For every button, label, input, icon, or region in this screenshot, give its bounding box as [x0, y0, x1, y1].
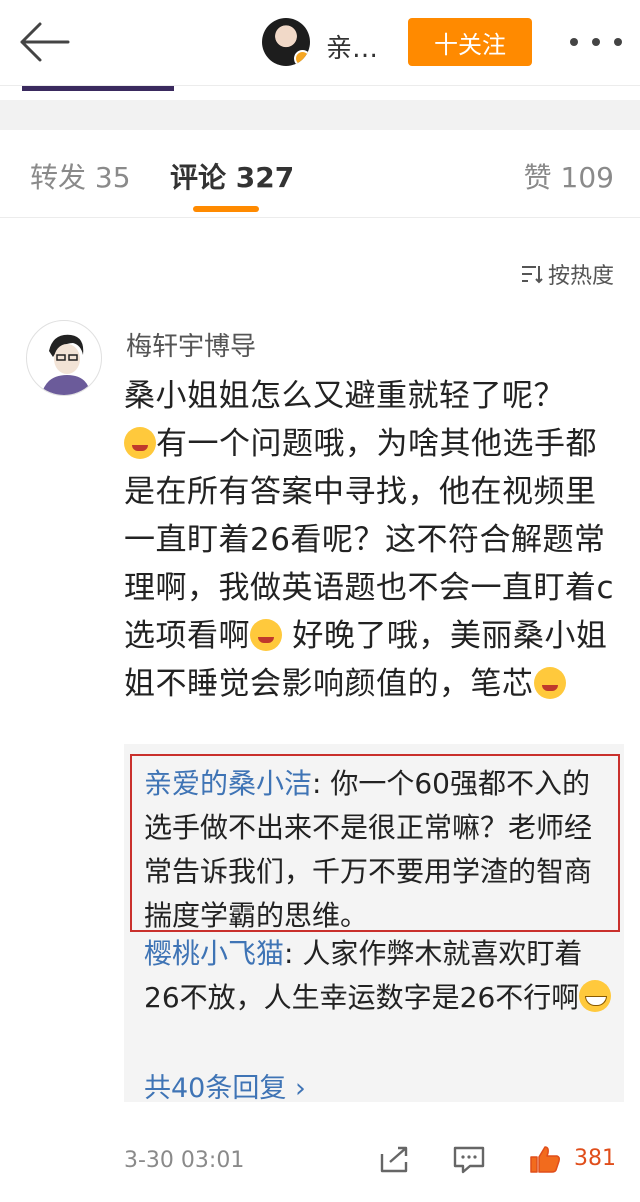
reply-username[interactable]: 樱桃小飞猫	[144, 937, 284, 970]
view-all-replies-link[interactable]: 共40条回复 ›	[144, 1066, 306, 1105]
author-name[interactable]: 亲…	[326, 28, 378, 65]
commenter-avatar[interactable]	[26, 320, 102, 396]
verified-badge-icon	[294, 50, 310, 66]
reply-item[interactable]: 亲爱的桑小洁: 你一个60强都不入的选手做不出来不是很正常嘛？老师经常告诉我们，…	[144, 762, 614, 938]
tab-like[interactable]: 赞 109	[524, 156, 614, 196]
active-tab-indicator	[193, 206, 259, 212]
share-icon[interactable]	[378, 1144, 412, 1174]
thumbs-up-icon[interactable]	[528, 1144, 562, 1174]
like-count: 381	[574, 1146, 616, 1171]
top-bar: 亲… 十关注	[0, 0, 640, 86]
comment-icon[interactable]	[452, 1144, 486, 1174]
comment-text: 桑小姐姐怎么又避重就轻了呢？ 有一个问题哦，为啥其他选手都是在所有答案中寻找，他…	[124, 378, 615, 702]
sort-icon	[521, 266, 543, 284]
reply-username[interactable]: 亲爱的桑小洁	[144, 767, 312, 800]
commenter-name[interactable]: 梅轩宇博导	[126, 326, 256, 363]
laughing-emoji-icon	[250, 619, 282, 651]
laughing-emoji-icon	[124, 427, 156, 459]
sort-label: 按热度	[547, 264, 614, 289]
grin-emoji-icon	[579, 980, 612, 1012]
author-avatar[interactable]	[262, 18, 310, 66]
more-options-icon[interactable]	[570, 30, 622, 54]
post-image-edge	[22, 86, 174, 91]
section-divider	[0, 100, 640, 130]
back-arrow-icon[interactable]	[16, 20, 72, 64]
sort-by-hot-button[interactable]: 按热度	[520, 258, 614, 290]
tab-bar: 转发 35 评论 327 赞 109	[0, 130, 640, 218]
follow-button[interactable]: 十关注	[408, 18, 532, 66]
heart-kiss-emoji-icon	[533, 667, 566, 699]
tab-repost[interactable]: 转发 35	[30, 156, 131, 196]
comment-timestamp: 3-30 03:01	[124, 1148, 245, 1173]
reply-item[interactable]: 樱桃小飞猫: 人家作弊木就喜欢盯着26不放，人生幸运数字是26不行啊	[144, 932, 614, 1020]
tab-comment[interactable]: 评论 327	[170, 156, 294, 196]
